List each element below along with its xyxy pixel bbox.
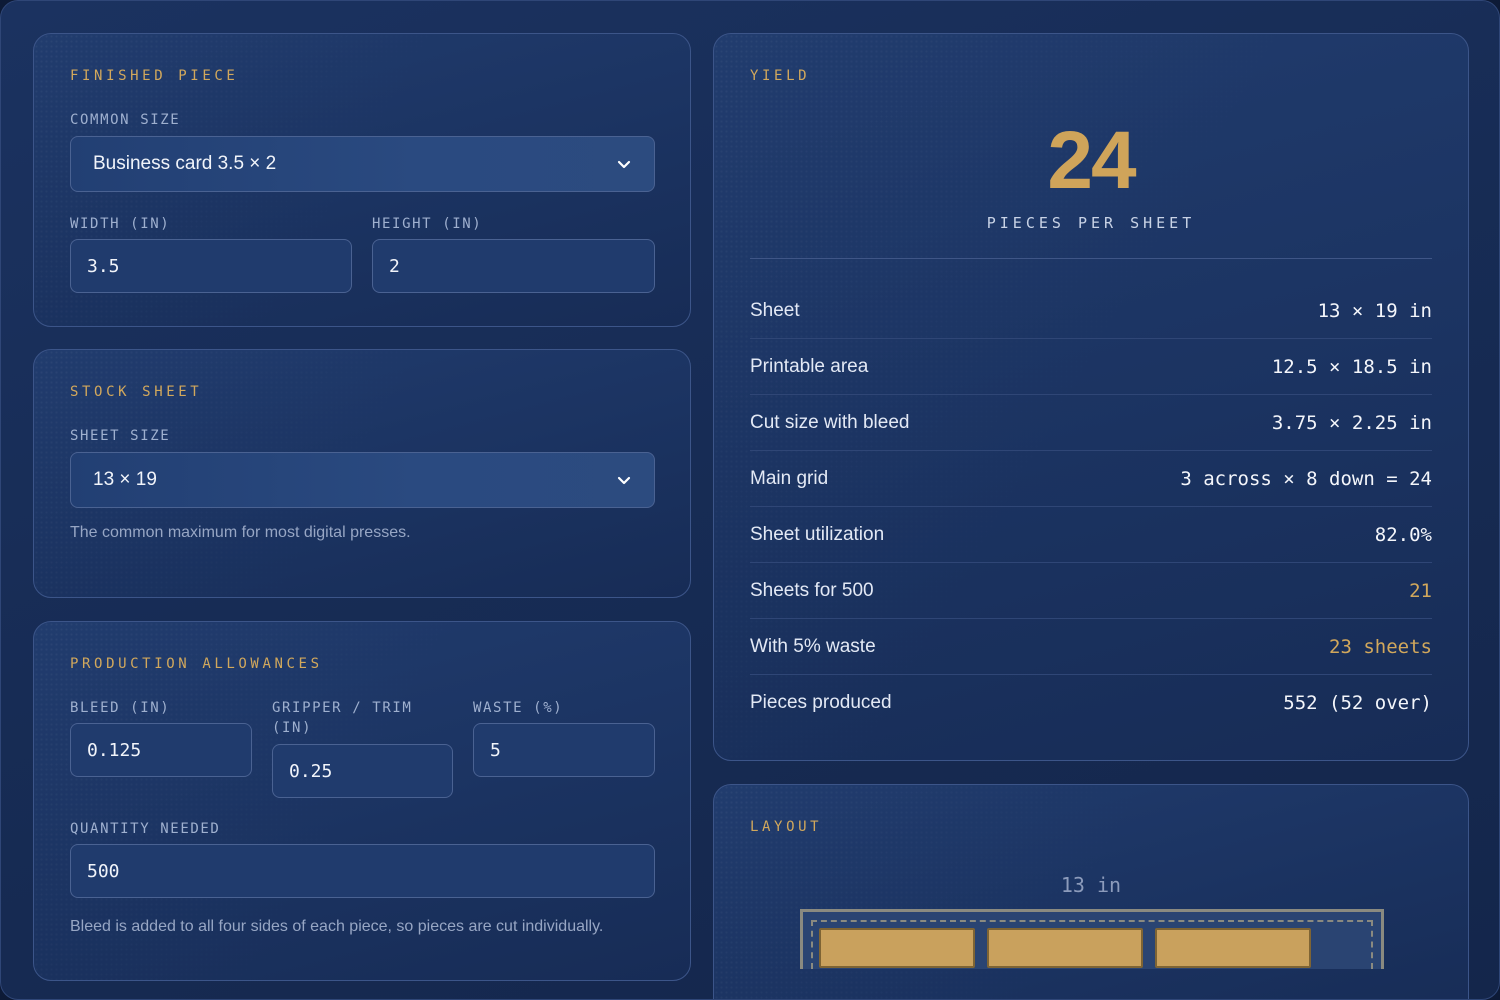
yield-row-value: 21 xyxy=(1409,579,1432,602)
yield-divider xyxy=(750,258,1432,259)
common-size-label: COMMON SIZE xyxy=(70,112,181,128)
yield-row-value: 12.5 × 18.5 in xyxy=(1271,355,1432,378)
common-size-value: Business card 3.5 × 2 xyxy=(93,153,277,174)
yield-row-value: 3 across × 8 down = 24 xyxy=(1180,467,1432,490)
layout-piece xyxy=(819,928,975,968)
gripper-label-line-1: GRIPPER / TRIM xyxy=(272,700,413,716)
yield-row-label: Pieces produced xyxy=(750,692,892,713)
width-input[interactable]: 3.5 xyxy=(70,239,352,293)
yield-row-label: Sheet xyxy=(750,299,800,321)
yield-row-value: 3.75 × 2.25 in xyxy=(1271,411,1432,434)
yield-row-value: 13 × 19 in xyxy=(1317,299,1432,322)
sheet-size-select[interactable]: 13 × 19 xyxy=(70,452,655,508)
finished-piece-card: FINISHED PIECE COMMON SIZE Business card… xyxy=(33,33,691,327)
stock-sheet-title: STOCK SHEET xyxy=(70,384,203,400)
sheet-size-label: SHEET SIZE xyxy=(70,428,171,444)
sheet-size-hint: The common maximum for most digital pres… xyxy=(70,524,411,541)
gripper-label-line-2: (IN) xyxy=(272,720,313,736)
chevron-down-icon xyxy=(617,476,631,485)
yield-row-utilization: Sheet utilization 82.0% xyxy=(750,507,1432,563)
gripper-input[interactable]: 0.25 xyxy=(272,744,453,798)
height-input[interactable]: 2 xyxy=(372,239,655,293)
layout-piece xyxy=(1155,928,1311,968)
chevron-down-icon xyxy=(617,160,631,169)
yield-row-label: Printable area xyxy=(750,355,869,377)
yield-row-label: Sheet utilization xyxy=(750,523,885,545)
pieces-per-sheet-caption: PIECES PER SHEET xyxy=(986,214,1196,232)
yield-row-label: Sheets for 500 xyxy=(750,579,874,601)
height-label: HEIGHT (IN) xyxy=(372,216,483,232)
bleed-label: BLEED (IN) xyxy=(70,700,171,716)
production-allowances-card: PRODUCTION ALLOWANCES BLEED (IN) 0.125 G… xyxy=(33,621,691,981)
yield-row-cut-size: Cut size with bleed 3.75 × 2.25 in xyxy=(750,395,1432,451)
pieces-per-sheet-value: 24 xyxy=(1047,115,1136,206)
layout-piece xyxy=(987,928,1143,968)
layout-sheet-preview xyxy=(800,909,1384,969)
yield-row-value: 552 (52 over) xyxy=(1283,692,1432,714)
yield-row-value: 82.0% xyxy=(1374,523,1432,546)
sheet-width-label: 13 in xyxy=(1060,873,1122,897)
width-label: WIDTH (IN) xyxy=(70,216,171,232)
waste-input[interactable]: 5 xyxy=(473,723,655,777)
production-allowances-title: PRODUCTION ALLOWANCES xyxy=(70,656,323,672)
app-frame: FINISHED PIECE COMMON SIZE Business card… xyxy=(0,0,1500,1000)
stock-sheet-card: STOCK SHEET SHEET SIZE 13 × 19 The commo… xyxy=(33,349,691,598)
yield-card: YIELD 24 PIECES PER SHEET Sheet 13 × 19 … xyxy=(713,33,1469,761)
waste-label: WASTE (%) xyxy=(473,700,564,716)
common-size-select[interactable]: Business card 3.5 × 2 xyxy=(70,136,655,192)
layout-card: LAYOUT 13 in xyxy=(713,784,1469,999)
yield-row-sheet: Sheet 13 × 19 in xyxy=(750,283,1432,339)
yield-row-label: Main grid xyxy=(750,467,829,489)
bleed-input[interactable]: 0.125 xyxy=(70,723,252,777)
layout-title: LAYOUT xyxy=(750,819,823,835)
yield-title: YIELD xyxy=(750,68,811,84)
yield-row-label: With 5% waste xyxy=(750,635,876,657)
quantity-label: QUANTITY NEEDED xyxy=(70,821,221,837)
bleed-hint: Bleed is added to all four sides of each… xyxy=(70,918,604,935)
yield-row-with-waste: With 5% waste 23 sheets xyxy=(750,619,1432,675)
yield-row-pieces-produced: Pieces produced 552 (52 over) xyxy=(750,675,1432,731)
yield-row-value: 23 sheets xyxy=(1329,635,1432,658)
yield-row-label: Cut size with bleed xyxy=(750,411,910,433)
sheet-size-value: 13 × 19 xyxy=(93,469,157,490)
finished-piece-title: FINISHED PIECE xyxy=(70,68,239,84)
gripper-label: GRIPPER / TRIM (IN) xyxy=(272,698,412,738)
quantity-input[interactable]: 500 xyxy=(70,844,655,898)
yield-row-sheets-needed: Sheets for 500 21 xyxy=(750,563,1432,619)
yield-row-printable-area: Printable area 12.5 × 18.5 in xyxy=(750,339,1432,395)
yield-row-main-grid: Main grid 3 across × 8 down = 24 xyxy=(750,451,1432,507)
